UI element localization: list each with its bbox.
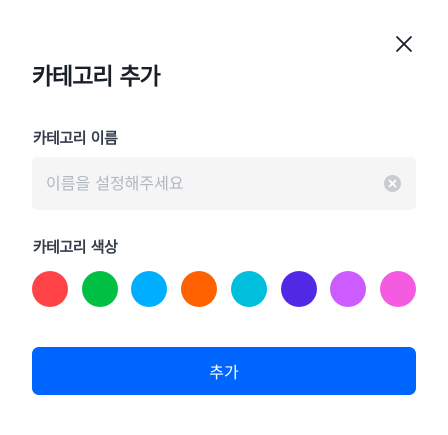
color-swatch[interactable] xyxy=(280,271,317,307)
color-swatch[interactable] xyxy=(379,271,416,307)
color-field-label: 카테고리 색상 xyxy=(33,238,118,256)
color-swatch[interactable] xyxy=(32,271,68,307)
color-swatch[interactable] xyxy=(330,271,367,307)
color-swatch[interactable] xyxy=(230,271,267,307)
clear-input-button[interactable] xyxy=(384,175,401,192)
color-swatch[interactable] xyxy=(131,271,168,307)
category-name-input[interactable] xyxy=(46,157,366,210)
color-swatch[interactable] xyxy=(181,271,218,307)
close-button[interactable] xyxy=(393,33,415,55)
color-swatch-list xyxy=(32,271,416,307)
add-button[interactable]: 추가 xyxy=(32,347,416,395)
name-field-container xyxy=(32,157,416,210)
color-swatch[interactable] xyxy=(81,271,118,307)
name-field-label: 카테고리 이름 xyxy=(33,129,118,147)
close-icon xyxy=(396,36,412,52)
dialog-title: 카테고리 추가 xyxy=(32,64,161,90)
clear-circle-icon xyxy=(388,179,397,188)
